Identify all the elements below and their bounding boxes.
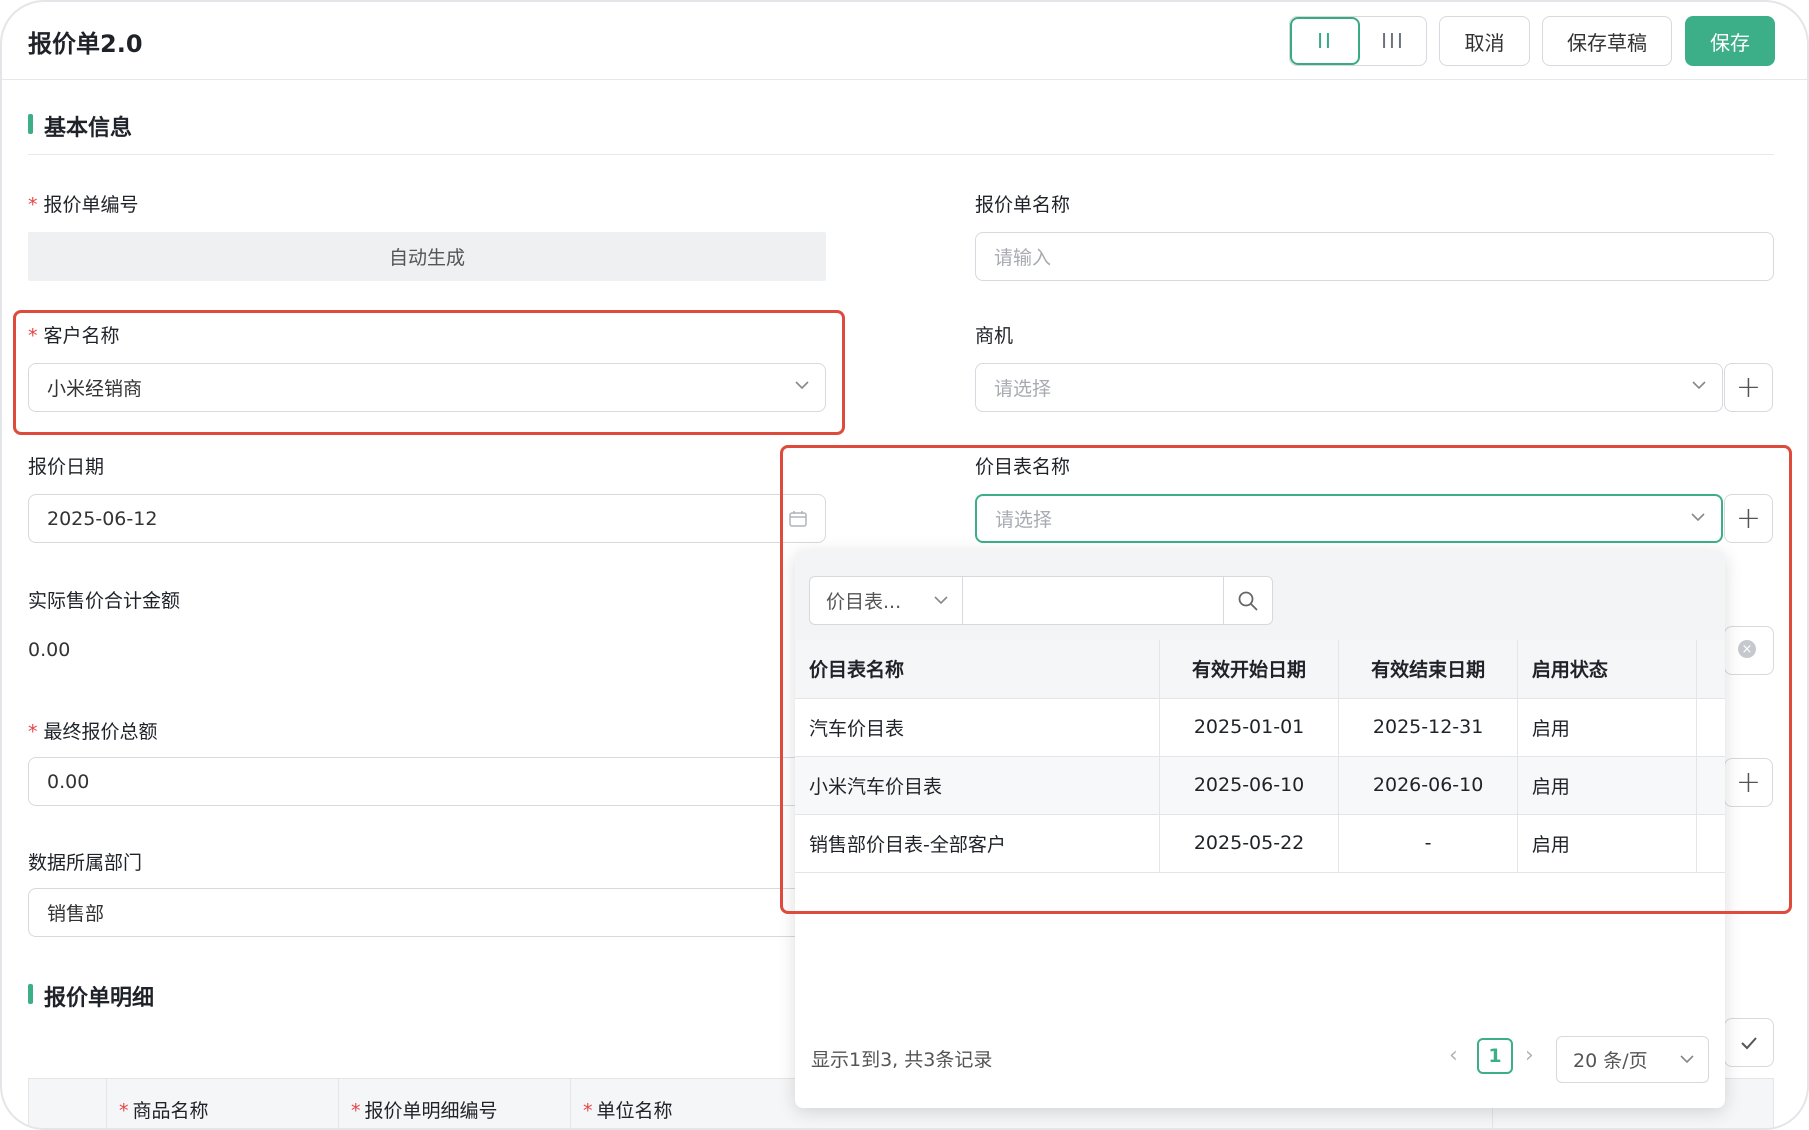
customer-name-label: * 客户名称 [28,325,120,347]
table-row[interactable]: 小米汽车价目表 2025-06-10 2026-06-10 启用 [795,756,1725,815]
search-icon [1238,591,1258,611]
cell-start: 2025-01-01 [1159,698,1340,757]
quote-date-label: 报价日期 [28,456,105,478]
chevron-down-icon [1691,513,1705,522]
quote-name-label: 报价单名称 [975,194,1071,216]
final-total-label: * 最终报价总额 [28,721,158,743]
cell-end: 2026-06-10 [1338,756,1518,815]
page-title: 报价单2.0 [28,30,143,58]
price-list-dropdown: 价目表... 价目表名称 有效开始日期 有效结束日期 启用状态 汽车价目表 20… [795,550,1725,1108]
cancel-button[interactable]: 取消 [1439,16,1530,66]
add-price-list-button[interactable]: + [1724,494,1773,543]
department-value: 销售部 [47,903,105,925]
quote-name-input[interactable]: 请输入 [975,232,1774,281]
next-page-icon[interactable]: › [1525,1043,1534,1068]
final-total-value: 0.00 [47,770,90,793]
price-list-placeholder: 请选择 [995,509,1053,531]
cell-spacer [1696,814,1725,873]
cell-end: 2025-12-31 [1338,698,1518,757]
cell-start: 2025-06-10 [1159,756,1340,815]
final-total-input[interactable]: 0.00 [28,757,826,806]
section-title-detail: 报价单明细 [28,980,154,1012]
chevron-down-icon [934,596,948,605]
calendar-icon[interactable] [788,509,808,529]
app-frame: 报价单2.0 II III 取消 保存草稿 保存 基本信息 * 报价单编号 自动生… [0,0,1809,1130]
detail-col-detail-number: * 报价单明细编号 [338,1078,570,1128]
col-end-date: 有效结束日期 [1338,640,1518,699]
quote-number-field: 自动生成 [28,232,826,281]
table-row[interactable]: 销售部价目表-全部客户 2025-05-22 - 启用 [795,814,1725,873]
dropdown-search-input[interactable] [962,576,1224,625]
cell-start: 2025-05-22 [1159,814,1340,873]
cell-spacer [1696,698,1725,757]
detail-col-product: * 商品名称 [106,1078,338,1128]
three-column-layout-button[interactable]: III [1360,17,1426,65]
plus-icon: + [1735,370,1762,405]
add-opportunity-button[interactable]: + [1724,363,1773,412]
col-start-date: 有效开始日期 [1159,640,1340,699]
opportunity-select[interactable]: 请选择 [975,363,1723,412]
price-list-table-header: 价目表名称 有效开始日期 有效结束日期 启用状态 [795,640,1725,699]
col-spacer [1696,640,1725,699]
cell-status: 启用 [1517,698,1697,757]
cell-end: - [1338,814,1518,873]
section-divider [28,154,1774,155]
add-button[interactable]: + [1724,758,1773,807]
clear-icon[interactable]: × [1738,640,1756,658]
cell-name: 汽车价目表 [795,698,1160,757]
opportunity-label: 商机 [975,325,1014,347]
current-page-button[interactable]: 1 [1477,1038,1513,1074]
department-select[interactable]: 销售部 [28,888,826,937]
section-title-basic-info: 基本信息 [28,110,132,142]
prev-page-icon[interactable]: ‹ [1449,1043,1458,1068]
layout-toggle: II III [1289,16,1427,66]
price-list-label: 价目表名称 [975,456,1071,478]
department-label: 数据所属部门 [28,852,143,874]
save-draft-button[interactable]: 保存草稿 [1542,16,1672,66]
quote-date-picker[interactable]: 2025-06-12 [28,494,826,543]
cell-status: 启用 [1517,756,1697,815]
confirm-button[interactable] [1724,1018,1774,1067]
quote-number-label: * 报价单编号 [28,194,139,216]
record-count-text: 显示1到3, 共3条记录 [811,1049,993,1071]
cell-status: 启用 [1517,814,1697,873]
cell-name: 小米汽车价目表 [795,756,1160,815]
save-button[interactable]: 保存 [1685,16,1775,66]
search-field-select[interactable]: 价目表... [809,576,962,625]
dropdown-search-button[interactable] [1223,576,1273,625]
plus-icon: + [1735,765,1762,800]
col-status: 启用状态 [1517,640,1697,699]
col-price-list-name: 价目表名称 [795,640,1160,699]
cell-name: 销售部价目表-全部客户 [795,814,1160,873]
page-size-select[interactable]: 20 条/页 [1556,1036,1709,1083]
customer-name-select[interactable]: 小米经销商 [28,363,826,412]
page-size-value: 20 条/页 [1573,1050,1648,1072]
price-list-table: 价目表名称 有效开始日期 有效结束日期 启用状态 汽车价目表 2025-01-0… [795,640,1725,873]
chevron-down-icon [1692,381,1706,390]
actual-total-value: 0.00 [28,639,71,661]
page-header: 报价单2.0 II III 取消 保存草稿 保存 [2,2,1807,80]
plus-icon: + [1735,501,1762,536]
cell-spacer [1696,756,1725,815]
customer-name-value: 小米经销商 [47,378,143,400]
quote-date-value: 2025-06-12 [47,507,158,530]
two-column-layout-button[interactable]: II [1290,17,1360,65]
price-list-select[interactable]: 请选择 [975,494,1723,543]
check-icon [1741,1036,1757,1049]
opportunity-placeholder: 请选择 [994,378,1052,400]
actual-total-label: 实际售价合计金额 [28,590,181,612]
detail-col-unit: * 单位名称 [570,1078,802,1128]
chevron-down-icon [1680,1055,1694,1064]
table-row[interactable]: 汽车价目表 2025-01-01 2025-12-31 启用 [795,698,1725,757]
chevron-down-icon [795,381,809,390]
search-field-value: 价目表... [826,591,902,613]
dropdown-toolbar: 价目表... [795,550,1725,640]
